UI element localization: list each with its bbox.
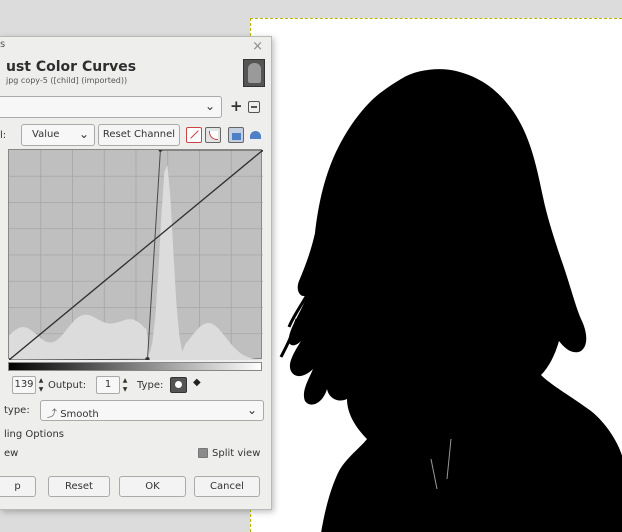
dialog-heading: ust Color Curves	[6, 59, 137, 75]
add-preset-button[interactable]: +	[230, 97, 243, 115]
chevron-down-icon: ⌄	[78, 127, 89, 141]
curve-graph[interactable]	[8, 149, 263, 360]
control-point[interactable]	[158, 150, 163, 152]
curve-type-combo[interactable]: ⤴ Smooth ⌄	[40, 400, 264, 421]
reset-button[interactable]: Reset	[48, 476, 110, 497]
smooth-curve-icon: ⤴	[47, 409, 57, 420]
close-icon[interactable]: ×	[252, 39, 263, 54]
layer-subtitle: jpg copy-5 ([child] (imported))	[6, 76, 128, 85]
app-workspace: s × ust Color Curves jpg copy-5 ([child]…	[0, 0, 622, 532]
linear-histogram-icon[interactable]	[228, 127, 244, 143]
chevron-down-icon: ⌄	[246, 403, 257, 417]
smooth-point-button[interactable]	[170, 377, 187, 393]
log-curve-icon[interactable]	[205, 127, 221, 143]
type-label: Type:	[137, 380, 164, 391]
curve-svg[interactable]	[9, 150, 263, 360]
channel-value: Value	[32, 129, 60, 140]
curve-type-label: type:	[4, 405, 30, 416]
image-canvas[interactable]	[250, 18, 622, 532]
linear-curve-icon[interactable]	[186, 127, 202, 143]
split-view-label[interactable]: Split view	[212, 448, 260, 459]
presets-combo[interactable]: ⌄	[0, 96, 222, 118]
output-label: Output:	[48, 380, 87, 391]
dialog-title: s	[0, 39, 6, 50]
value-gradient-bar	[8, 362, 262, 371]
help-button[interactable]: p	[0, 476, 36, 497]
output-spinner[interactable]: 1	[96, 376, 120, 394]
cancel-button[interactable]: Cancel	[194, 476, 260, 497]
input-spinner[interactable]: 139	[12, 376, 36, 394]
input-spinner-arrows[interactable]: ▲ ▼	[37, 376, 45, 394]
channel-combo[interactable]: Value ⌄	[21, 124, 95, 146]
chevron-down-icon: ⌄	[204, 99, 215, 113]
output-spinner-arrows[interactable]: ▲ ▼	[121, 376, 129, 394]
log-histogram-icon[interactable]	[248, 127, 264, 143]
silhouette-image	[279, 69, 622, 532]
channel-label: l:	[0, 130, 7, 141]
layer-thumbnail	[243, 59, 265, 87]
ok-button[interactable]: OK	[119, 476, 186, 497]
curve-type-value: Smooth	[60, 409, 99, 420]
split-view-checkbox[interactable]	[198, 448, 208, 458]
blending-options-expander[interactable]: ling Options	[4, 429, 64, 440]
corner-point-button[interactable]: ◆	[193, 377, 201, 388]
preset-menu-icon[interactable]	[248, 101, 260, 113]
reset-channel-button[interactable]: Reset Channel	[98, 124, 180, 146]
preview-checkbox-label[interactable]: ew	[4, 448, 18, 459]
